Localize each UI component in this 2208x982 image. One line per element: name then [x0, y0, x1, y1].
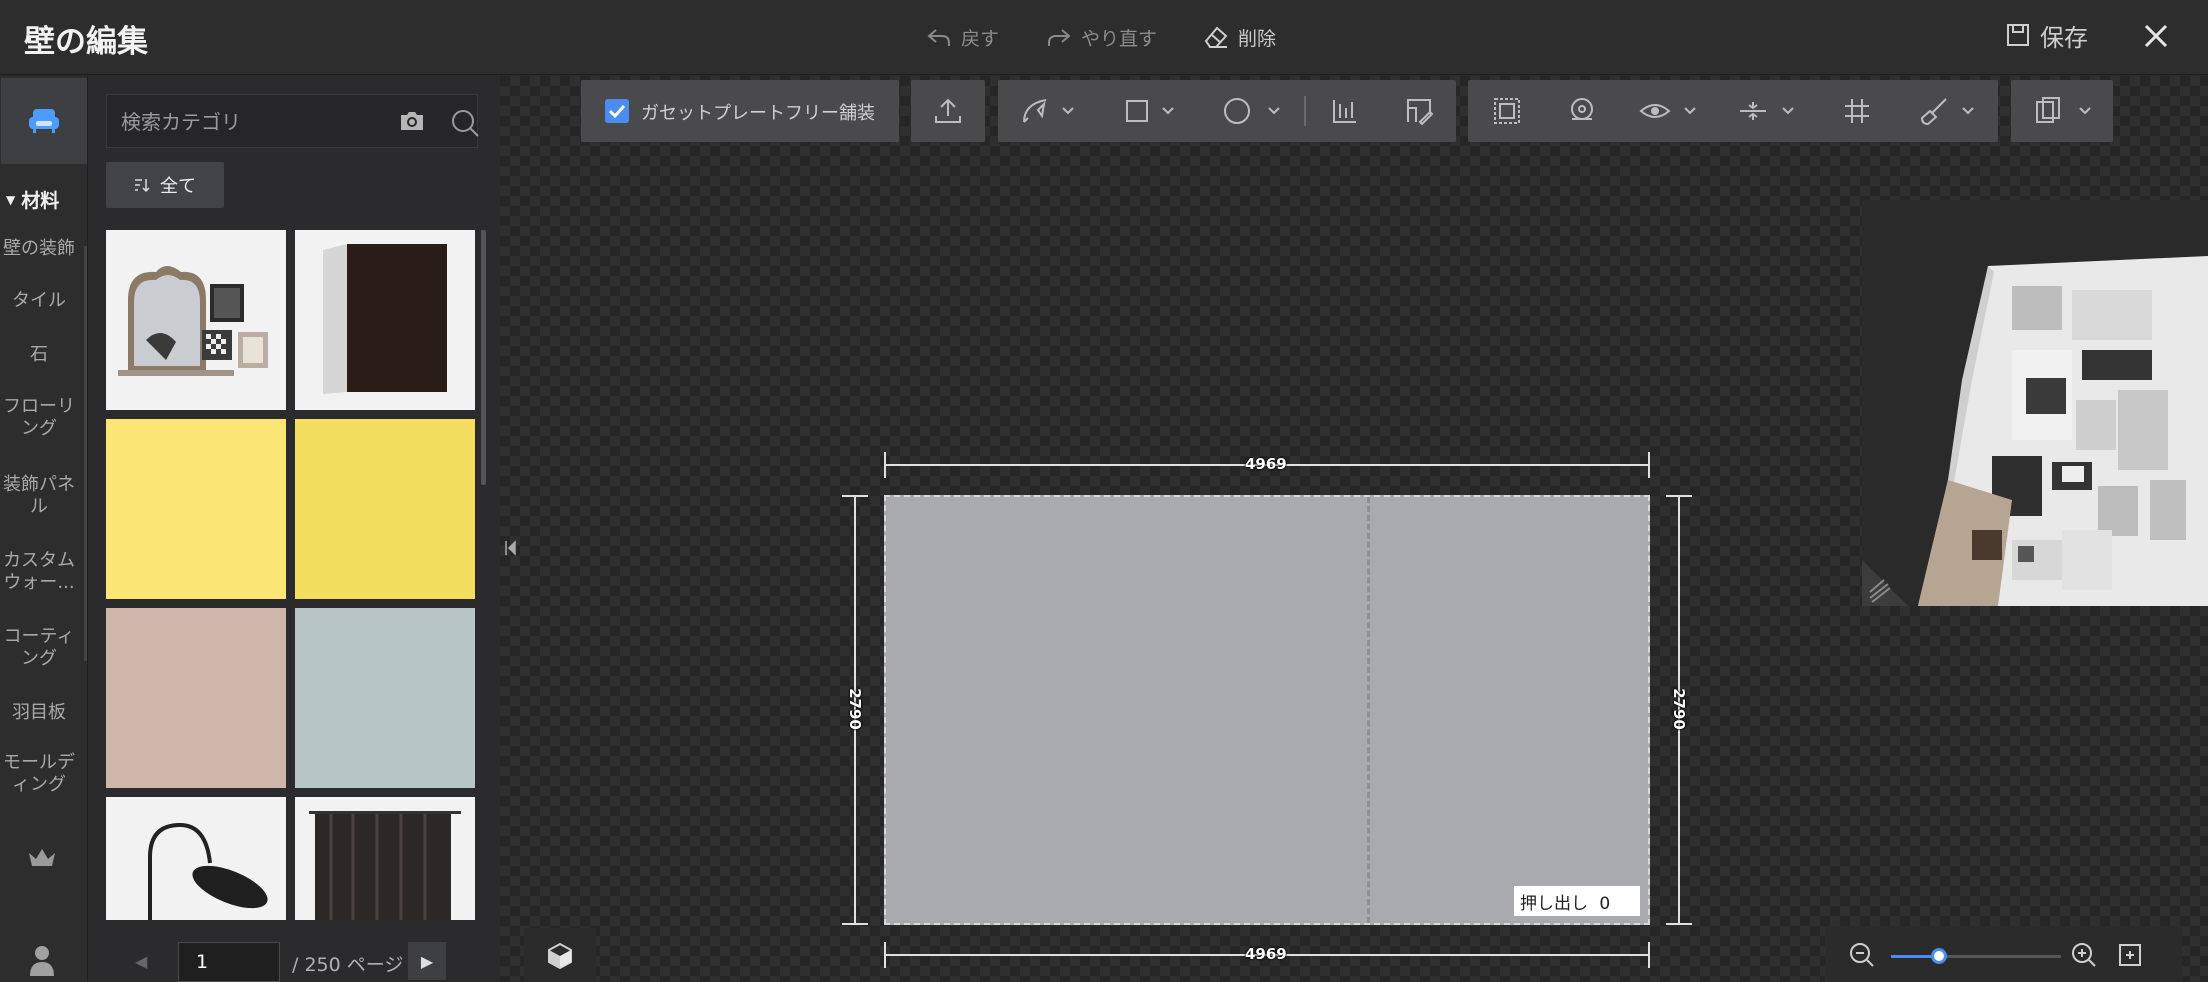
cube-icon [548, 942, 572, 969]
zoom-bar [1825, 926, 2182, 982]
extrude-label: 押し出し [1520, 894, 1588, 914]
extrude-value: 0 [1599, 894, 1611, 914]
zoom-slider-track[interactable] [1891, 948, 2061, 964]
wall-segment-divider[interactable] [1367, 497, 1370, 923]
wall-surface[interactable] [884, 495, 1650, 925]
fit-screen-icon[interactable] [2117, 942, 2143, 968]
floorplan-minimap[interactable] [1862, 200, 2208, 606]
wall-height-right: 2790 [1669, 688, 1688, 730]
zoom-out-icon[interactable] [1849, 942, 1875, 968]
wall-width-top: 4969 [1245, 455, 1287, 473]
extrude-indicator[interactable]: 押し出し 0 [1514, 886, 1640, 916]
wall-width-bottom: 4969 [1245, 945, 1287, 963]
zoom-slider-thumb[interactable] [1930, 948, 1947, 964]
zoom-in-icon[interactable] [2071, 942, 2097, 968]
room-3d-preview [1918, 256, 2208, 606]
resize-handle-icon[interactable] [1862, 550, 1920, 606]
view-3d-button[interactable] [524, 928, 596, 982]
wall-height-left: 2790 [845, 688, 864, 730]
